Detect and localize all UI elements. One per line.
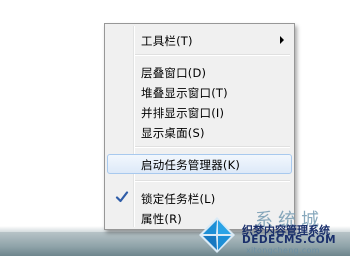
menu-separator [135,54,290,56]
menu-item-toolbars[interactable]: 工具栏(T) [107,30,292,50]
watermark-sub-domain: xitongcheng.com [246,246,320,255]
menu-item-label: 显示桌面(S) [141,126,205,140]
menu-item-label: 属性(R) [141,212,182,226]
menu-item-show-desktop[interactable]: 显示桌面(S) [107,122,292,142]
menu-item-label: 工具栏(T) [141,34,193,48]
checkmark-icon [115,191,129,203]
menu-separator [135,180,290,182]
menu-item-label: 并排显示窗口(I) [141,106,225,120]
submenu-arrow-icon [280,36,284,44]
menu-item-side-by-side-windows[interactable]: 并排显示窗口(I) [107,102,292,122]
menu-item-stacked-windows[interactable]: 堆叠显示窗口(T) [107,82,292,102]
menu-item-cascade-windows[interactable]: 层叠窗口(D) [107,62,292,82]
menu-item-label: 启动任务管理器(K) [141,158,241,172]
windows-logo-icon [199,217,235,253]
watermark-domain: DEDECMS.COM [242,234,337,246]
menu-separator [135,146,290,148]
menu-item-lock-taskbar[interactable]: 锁定任务栏(L) [107,188,292,208]
menu-item-label: 堆叠显示窗口(T) [141,86,228,100]
menu-item-label: 层叠窗口(D) [141,66,207,80]
taskbar-context-menu: 工具栏(T) 层叠窗口(D) 堆叠显示窗口(T) 并排显示窗口(I) 显示桌面(… [104,23,295,230]
menu-item-label: 锁定任务栏(L) [141,192,216,206]
menu-item-start-task-manager[interactable]: 启动任务管理器(K) [107,154,292,174]
